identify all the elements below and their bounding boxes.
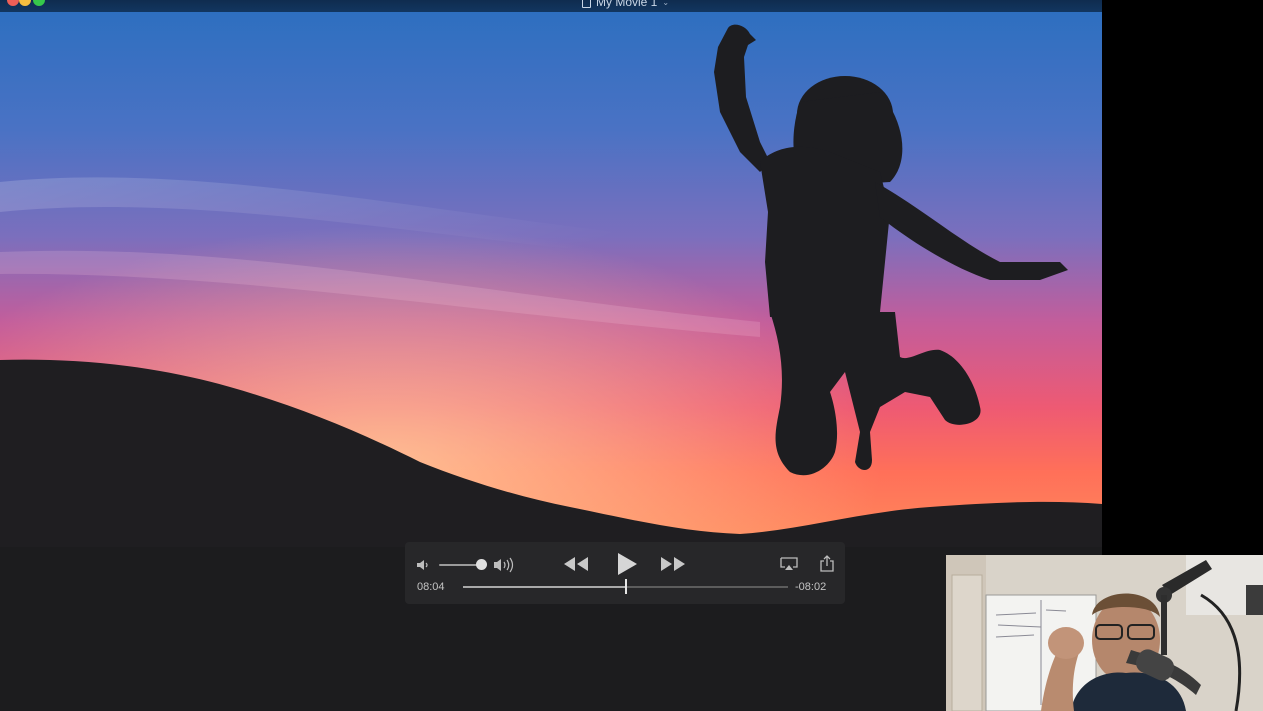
window-title: My Movie 1 [596, 0, 658, 9]
window-title-area[interactable]: My Movie 1 ⌄ [582, 0, 669, 9]
letterbox-area [1102, 0, 1263, 556]
zoom-button[interactable] [33, 0, 45, 6]
video-frame[interactable] [0, 12, 1102, 547]
title-bar: My Movie 1 ⌄ [0, 0, 1102, 12]
minimize-button[interactable] [19, 0, 31, 6]
chevron-down-icon: ⌄ [662, 0, 670, 7]
rewind-icon[interactable] [563, 556, 589, 572]
fast-forward-icon[interactable] [660, 556, 686, 572]
elapsed-time: 08:04 [417, 581, 445, 593]
speaker-high-icon[interactable] [493, 557, 515, 573]
speaker-low-icon[interactable] [416, 558, 430, 572]
airplay-icon[interactable] [780, 557, 798, 571]
playback-controls: 08:04 -08:02 [405, 542, 845, 604]
remaining-time: -08:02 [795, 581, 827, 593]
close-button[interactable] [7, 0, 19, 6]
share-icon[interactable] [820, 555, 834, 572]
document-icon [582, 0, 591, 8]
webcam-overlay [946, 555, 1263, 711]
play-icon[interactable] [615, 552, 639, 576]
timeline-progress [463, 586, 626, 588]
playhead[interactable] [624, 579, 627, 594]
volume-slider-knob[interactable] [476, 559, 487, 570]
webcam-image [946, 555, 1263, 711]
video-image [0, 12, 1102, 547]
